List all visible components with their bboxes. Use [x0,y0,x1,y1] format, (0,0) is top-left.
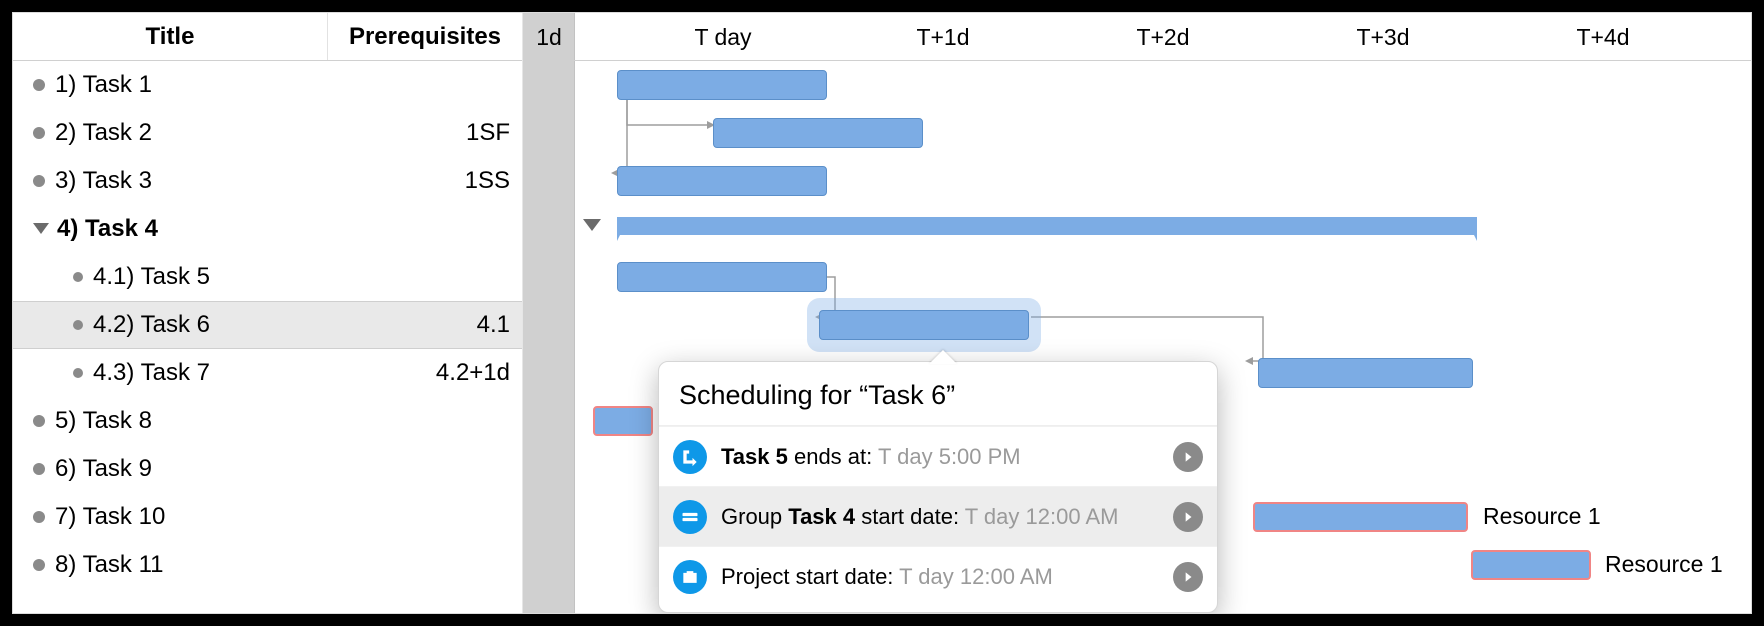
task-title: 4) Task 4 [57,215,158,243]
task-row[interactable]: 8) Task 11 [13,541,522,589]
task-prereq: 1SF [328,119,522,147]
resource-label: Resource 1 [1605,551,1723,578]
dependency-icon [673,440,707,474]
timeline-tick: T+4d [1493,13,1713,61]
task-title: 4.2) Task 6 [93,311,210,339]
resource-label: Resource 1 [1483,503,1601,530]
timeline-tick-minor: 1d [525,13,573,61]
outline-header: Title Prerequisites [13,13,522,61]
timeline-tick: T+2d [1053,13,1273,61]
popover-item-text: Group Task 4 start date: T day 12:00 AM [721,504,1159,530]
gantt-row [523,301,1751,349]
task-title: 8) Task 11 [55,551,164,579]
gantt-body[interactable]: Resource 1 Resource 1 Scheduling for “Ta… [523,61,1751,613]
task-row[interactable]: 4.2) Task 6 4.1 [13,301,522,349]
outline-pane: Title Prerequisites 1) Task 1 2) Task 2 1S… [13,13,523,613]
popover-item[interactable]: Group Task 4 start date: T day 12:00 AM [659,486,1217,546]
popover-item-text: Project start date: T day 12:00 AM [721,564,1159,590]
bullet-icon [33,559,45,571]
gantt-row [523,205,1751,253]
task-bar-task10[interactable] [1253,502,1468,532]
task-title: 4.3) Task 7 [93,359,210,387]
bullet-icon [73,368,83,378]
task-title: 3) Task 3 [55,167,152,195]
column-header-prereq[interactable]: Prerequisites [328,13,522,60]
task-title: 4.1) Task 5 [93,263,210,291]
gantt-row [523,61,1751,109]
group-icon [673,500,707,534]
disclosure-triangle-icon[interactable] [33,223,49,235]
project-icon [673,560,707,594]
task-title: 1) Task 1 [55,71,152,99]
bullet-icon [33,175,45,187]
bullet-icon [73,320,83,330]
task-bar-task1[interactable] [617,70,827,100]
chevron-right-icon[interactable] [1173,442,1203,472]
bullet-icon [33,415,45,427]
gantt-pane[interactable]: 1d T day T+1d T+2d T+3d T+4d [523,13,1751,613]
bullet-icon [33,79,45,91]
timeline-tick: T+3d [1273,13,1493,61]
bullet-icon [33,127,45,139]
timeline-tick: T+1d [833,13,1053,61]
scheduling-popover: Scheduling for “Task 6” Task 5 ends at: … [658,361,1218,613]
task-bar-task7[interactable] [1258,358,1473,388]
task-bar-task11[interactable] [1471,550,1591,580]
task-bar-task3[interactable] [617,166,827,196]
chevron-right-icon[interactable] [1173,502,1203,532]
column-header-title[interactable]: Title [13,13,328,60]
popover-title: Scheduling for “Task 6” [659,380,1217,425]
popover-item[interactable]: Project start date: T day 12:00 AM [659,546,1217,606]
chevron-right-icon[interactable] [1173,562,1203,592]
task-prereq: 1SS [328,167,522,195]
task-row[interactable]: 4.3) Task 7 4.2+1d [13,349,522,397]
task-row[interactable]: 1) Task 1 [13,61,522,109]
gantt-row [523,109,1751,157]
task-bar-task5[interactable] [617,262,827,292]
popover-item[interactable]: Task 5 ends at: T day 5:00 PM [659,426,1217,486]
task-title: 6) Task 9 [55,455,152,483]
task-row[interactable]: 7) Task 10 [13,493,522,541]
timeline-header[interactable]: 1d T day T+1d T+2d T+3d T+4d [523,13,1751,61]
task-row[interactable]: 2) Task 2 1SF [13,109,522,157]
group-bar-task4[interactable] [617,217,1477,235]
task-bar-task6[interactable] [819,310,1029,340]
task-bar-task2[interactable] [713,118,923,148]
task-title: 5) Task 8 [55,407,152,435]
task-title: 7) Task 10 [55,503,165,531]
bullet-icon [33,511,45,523]
group-disclosure-icon[interactable] [583,219,601,238]
task-row[interactable]: 6) Task 9 [13,445,522,493]
app-window: Title Prerequisites 1) Task 1 2) Task 2 1S… [12,12,1752,614]
task-rows: 1) Task 1 2) Task 2 1SF 3) Task 3 1SS 4) Task… [13,61,522,589]
bullet-icon [33,463,45,475]
task-prereq: 4.1 [328,311,522,339]
task-row[interactable]: 5) Task 8 [13,397,522,445]
task-row[interactable]: 4.1) Task 5 [13,253,522,301]
bullet-icon [73,272,83,282]
popover-item-text: Task 5 ends at: T day 5:00 PM [721,444,1159,470]
task-title: 2) Task 2 [55,119,152,147]
timeline-tick: T day [613,13,833,61]
gantt-row [523,157,1751,205]
task-bar-task8[interactable] [593,406,653,436]
task-row[interactable]: 4) Task 4 [13,205,522,253]
task-prereq: 4.2+1d [328,359,522,387]
task-row[interactable]: 3) Task 3 1SS [13,157,522,205]
gantt-row [523,253,1751,301]
popover-list: Task 5 ends at: T day 5:00 PM Group Task … [659,425,1217,606]
